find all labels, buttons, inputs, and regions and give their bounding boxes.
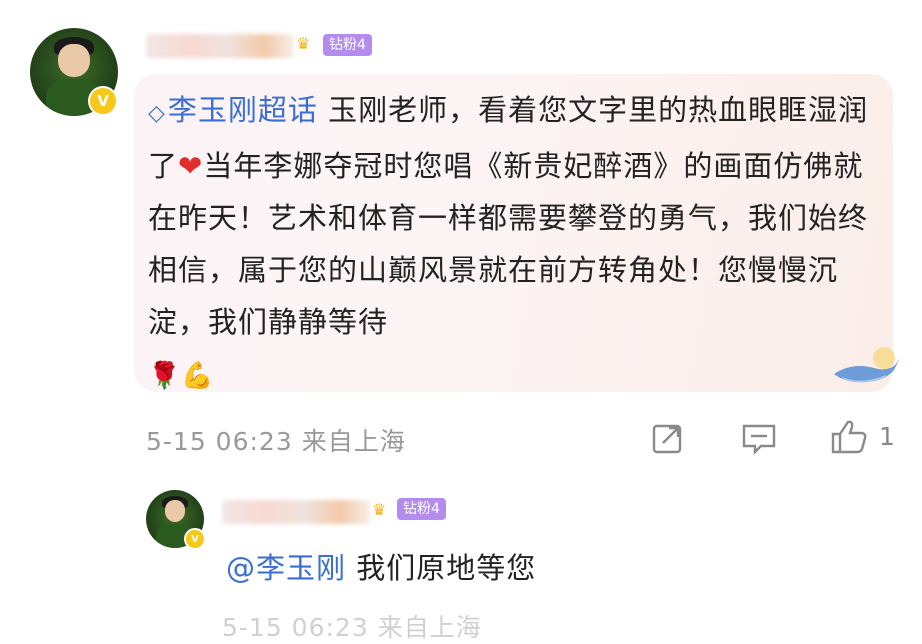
reply-crown-icon: ♛: [372, 500, 387, 519]
like-icon[interactable]: [830, 418, 868, 456]
heart-emoji: ❤: [178, 149, 204, 183]
fan-badge: 钻粉4: [323, 34, 372, 56]
muscle-emoji: 💪: [181, 361, 215, 391]
crown-icon: ♛: [296, 34, 311, 53]
username-blurred[interactable]: [146, 34, 294, 58]
like-count: 1: [879, 422, 895, 451]
location: 来自上海: [301, 427, 406, 456]
topic-link[interactable]: ◇李玉刚超话: [148, 93, 318, 127]
comment-meta: 5-15 06:23 来自上海: [146, 422, 406, 458]
reply-location: 来自上海: [377, 613, 482, 642]
verified-badge-icon: V: [88, 86, 118, 116]
timestamp: 5-15 06:23: [146, 427, 293, 456]
share-icon[interactable]: [651, 421, 685, 455]
reply-fan-badge: 钻粉4: [397, 498, 446, 520]
comment-icon[interactable]: [741, 422, 777, 456]
reply-text: @李玉刚 我们原地等您: [226, 551, 537, 585]
mention-link[interactable]: @李玉刚: [226, 551, 346, 585]
whale-icon: [834, 347, 900, 383]
diamond-icon: ◇: [148, 101, 166, 126]
comment-text: ◇李玉刚超话 玉刚老师，看着您文字里的热血眼眶湿润了❤当年李娜夺冠时您唱《新贵妃…: [148, 93, 869, 391]
reply-verified-badge-icon: V: [184, 528, 206, 550]
reply-meta: 5-15 06:23 来自上海: [222, 608, 482, 644]
reply-username-blurred[interactable]: [222, 500, 370, 524]
reply-timestamp: 5-15 06:23: [222, 613, 369, 642]
rose-emoji: 🌹: [148, 361, 182, 391]
